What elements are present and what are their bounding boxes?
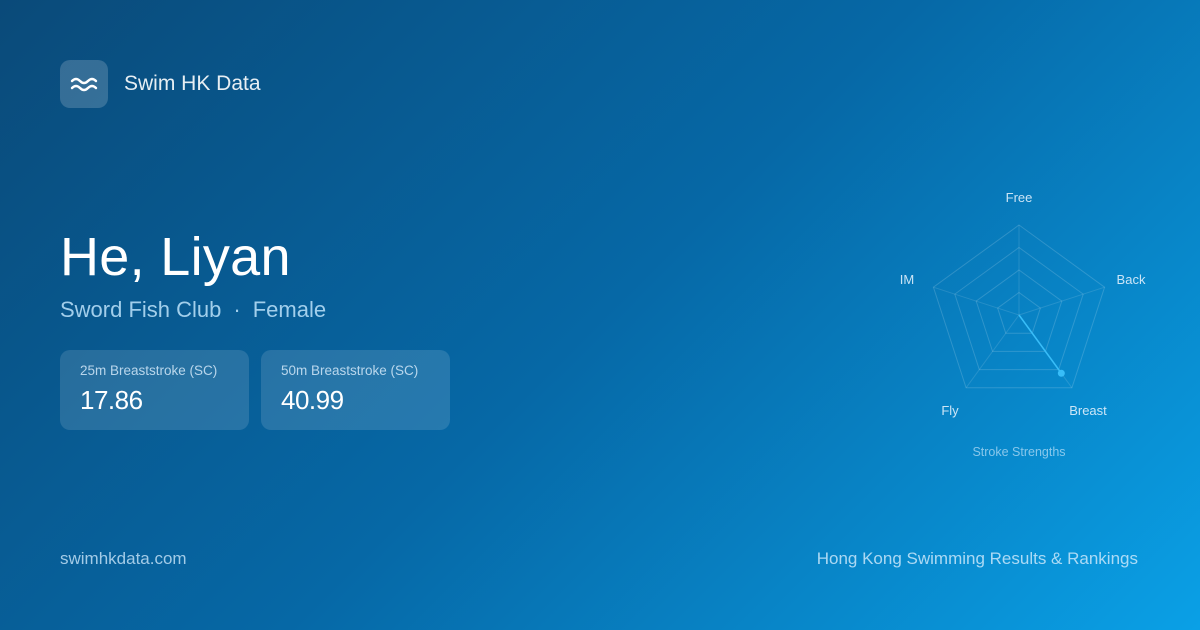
athlete-name: He, Liyan [60,227,291,287]
club-name: Sword Fish Club [60,297,222,322]
event-time: 17.86 [80,385,143,415]
best-time-card: 50m Breaststroke (SC) 40.99 [261,350,450,430]
radar-caption: Stroke Strengths [972,445,1065,459]
event-label: 50m Breaststroke (SC) [281,363,419,378]
radar-svg: Free Back Breast Fly IM Stroke Strengths [900,190,1146,459]
radar-axis-line [933,286,1020,316]
radar-axis-label: Back [1117,272,1146,287]
radar-axis-line [1018,286,1105,316]
radar-axis-label: Fly [941,403,959,418]
radar-value-shape [1018,314,1062,374]
best-times: 25m Breaststroke (SC) 17.86 50m Breastst… [60,350,450,430]
best-time-card: 25m Breaststroke (SC) 17.86 [60,350,249,430]
radar-axis-label: IM [900,272,914,287]
brand-name: Swim HK Data [124,72,261,95]
brand: Swim HK Data [60,60,261,108]
tagline: Hong Kong Swimming Results & Rankings [816,549,1138,568]
radar-axis-label: Breast [1069,403,1107,418]
logo [60,60,108,108]
waves-icon [70,77,98,92]
stroke-radar-chart: Free Back Breast Fly IM Stroke Strengths [880,180,1160,470]
radar-value-point [1057,369,1065,377]
site-url: swimhkdata.com [60,549,187,568]
athlete-subtitle: Sword Fish Club · Female [60,297,326,323]
event-label: 25m Breaststroke (SC) [80,363,218,378]
event-time: 40.99 [281,385,344,415]
gender: Female [252,297,327,322]
radar-axis-label: Free [1006,190,1033,205]
separator: · [233,297,241,322]
